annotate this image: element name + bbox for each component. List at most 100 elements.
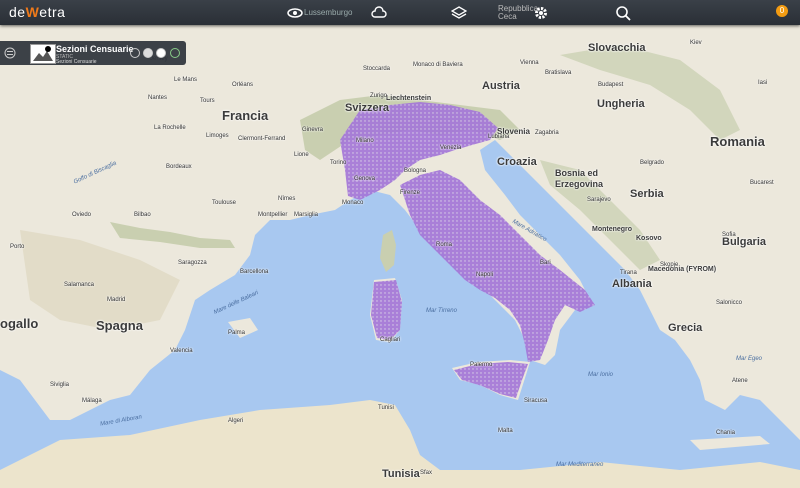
city-label: Málaga [82, 398, 102, 404]
city-label: Firenze [400, 190, 421, 196]
layer-subtitle: Sezioni Censuarie [56, 59, 97, 65]
city-label: Stoccarda [363, 66, 391, 72]
city-label: Bologna [404, 168, 427, 174]
label-albania: Albania [612, 278, 652, 290]
city-label: Milano [356, 138, 374, 144]
toolbar-hidden-label-1: Lussemburgo [304, 8, 353, 17]
city-label: Porto [10, 244, 25, 250]
city-label: Siracusa [524, 398, 548, 404]
city-label: Atene [732, 378, 748, 384]
label-spagna: Spagna [96, 318, 143, 333]
layer-thumbnail [30, 44, 56, 64]
city-label: Salamanca [64, 282, 95, 288]
label-bosnia-2: Erzegovina [555, 179, 604, 189]
city-label: Kiev [690, 40, 702, 46]
city-label: Le Mans [174, 77, 198, 83]
label-macedonia: Macedonia (FYROM) [648, 266, 717, 273]
city-label: Montpellier [258, 212, 288, 218]
city-label: Oviedo [72, 212, 92, 218]
label-sea-egeo: Mar Egeo [736, 356, 763, 362]
layer-opacity-icon[interactable] [130, 48, 140, 58]
logo-w: W [25, 4, 40, 20]
label-sea-ionio: Mar Ionio [588, 372, 614, 378]
city-label: Cagliari [380, 337, 401, 343]
city-label: Sfax [420, 470, 433, 476]
city-label: Salonicco [716, 300, 743, 306]
city-label: Bucarest [750, 180, 774, 186]
city-label: Monaco [342, 200, 364, 206]
city-label: Roma [436, 242, 453, 248]
top-toolbar: deWetra Lussemburgo Repubblica Ceca 0 [0, 0, 800, 25]
notification-badge[interactable]: 0 [776, 5, 788, 17]
city-label: Zagabria [535, 130, 559, 136]
search-tools-icon[interactable] [614, 4, 632, 22]
city-label: Genova [354, 176, 376, 182]
label-montenegro: Montenegro [592, 226, 633, 233]
city-label: Napoli [476, 272, 494, 278]
logo-suffix: etra [39, 4, 66, 20]
layers-icon[interactable] [450, 4, 468, 22]
layer-add-icon[interactable] [143, 48, 153, 58]
layer-panel: Sezioni Censuarie STATIC Sezioni Censuar… [0, 41, 186, 65]
city-label: Nîmes [278, 196, 296, 202]
label-sea-mediterraneo: Mar Mediterraneo [556, 462, 604, 468]
city-label: Bratislava [545, 70, 572, 76]
weather-cloud-icon[interactable] [370, 4, 388, 22]
city-label: Skopje [660, 262, 679, 268]
city-label: Budapest [598, 82, 624, 88]
city-label: Saragozza [178, 260, 207, 266]
label-grecia: Grecia [668, 322, 703, 334]
city-label: Ginevra [302, 127, 324, 133]
city-label: Lione [294, 152, 309, 158]
layer-info-icon[interactable] [170, 48, 180, 58]
city-label: Chania [716, 430, 736, 436]
city-label: Marsiglia [294, 212, 319, 218]
label-francia: Francia [222, 108, 269, 123]
city-label: Tours [200, 98, 215, 104]
label-austria: Austria [482, 80, 520, 92]
label-sea-tirreno: Mar Tirreno [426, 308, 457, 314]
city-label: Venezia [440, 145, 462, 151]
label-kosovo: Kosovo [636, 235, 662, 242]
city-label: Algeri [228, 418, 244, 424]
city-label: La Rochelle [154, 125, 186, 131]
city-label: Monaco di Baviera [413, 62, 463, 68]
label-tunisia: Tunisia [382, 468, 420, 480]
visibility-eye-icon[interactable] [286, 4, 304, 22]
city-label: Sofia [722, 232, 736, 238]
city-label: Orléans [232, 82, 254, 88]
label-romania: Romania [710, 134, 765, 149]
city-label: Nantes [148, 95, 168, 101]
layer-name: Sezioni Censuarie [56, 44, 134, 54]
city-label: Bilbao [134, 212, 151, 218]
city-label: Malta [498, 428, 513, 434]
label-svizzera: Svizzera [345, 102, 390, 114]
layer-menu-icon[interactable] [4, 46, 16, 59]
city-label: Bordeaux [166, 164, 192, 170]
app-logo[interactable]: deWetra [9, 4, 65, 20]
city-label: Palermo [470, 362, 493, 368]
city-label: Vienna [520, 60, 539, 66]
label-slovacchia: Slovacchia [588, 42, 646, 54]
city-label: Clermont-Ferrand [238, 136, 286, 142]
city-label: Bari [540, 260, 551, 266]
layer-visibility-icon[interactable] [156, 48, 166, 58]
label-bosnia-1: Bosnia ed [555, 168, 599, 178]
label-liechtenstein: Liechtenstein [386, 95, 432, 102]
label-ungheria: Ungheria [597, 98, 645, 110]
map-canvas[interactable] [0, 0, 800, 488]
city-label: Toulouse [212, 200, 237, 206]
city-label: Lubiana [488, 134, 510, 140]
city-label: Valencia [170, 348, 193, 354]
city-label: Madrid [107, 297, 126, 303]
label-serbia: Serbia [630, 188, 664, 200]
city-label: Torino [330, 160, 347, 166]
settings-gear-icon[interactable] [532, 4, 550, 22]
city-label: Palma [228, 330, 246, 336]
city-label: Belgrado [640, 160, 665, 166]
city-label: Iasi [758, 80, 768, 86]
city-label: Tunisi [378, 405, 394, 411]
city-label: Zurigo [370, 93, 388, 99]
city-label: Siviglia [50, 382, 70, 388]
city-label: Tirana [620, 270, 637, 276]
